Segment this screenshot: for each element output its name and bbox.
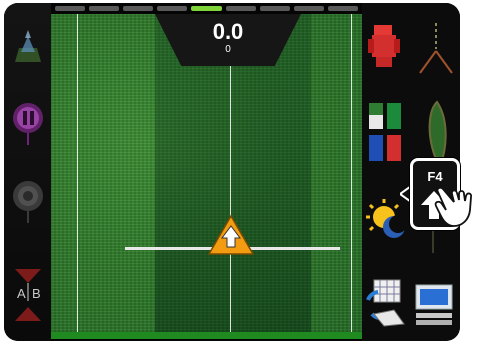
ab-line-icon: A B [15, 269, 41, 321]
speed-value: 0.0 [212, 19, 244, 44]
section-colors-button[interactable] [367, 101, 403, 163]
ab-line-button[interactable]: A B [7, 261, 49, 321]
pause-record-button[interactable] [7, 93, 49, 153]
section-segment [55, 6, 86, 11]
monitor-icon [415, 284, 453, 325]
pointing-hand-icon [434, 186, 473, 227]
ab-line-label-a: A [17, 286, 26, 301]
record-button[interactable] [7, 171, 49, 231]
grid-sync-icon [366, 279, 405, 327]
f4-key-callout: F4 [400, 154, 486, 236]
section-segment [157, 6, 188, 11]
section-segment [293, 6, 324, 11]
section-colors-icon [369, 103, 401, 161]
ab-line-label-b: B [32, 286, 41, 301]
guidance-mode-icon [15, 30, 41, 62]
section-segment [89, 6, 120, 11]
section-segment [327, 6, 358, 11]
left-toolbar: A B [4, 3, 51, 341]
section-status-bar [51, 332, 362, 339]
guidance-line-left [77, 14, 78, 339]
guidance-line-right [351, 14, 352, 339]
monitor-button[interactable] [414, 283, 454, 327]
section-segment [191, 6, 222, 11]
tractor-button[interactable] [368, 21, 402, 71]
guidance-mode-button[interactable] [7, 18, 49, 78]
section-segment [259, 6, 290, 11]
speed-subvalue: 0 [225, 44, 231, 55]
section-indicators [51, 5, 362, 13]
guidance-pattern-icon [419, 23, 453, 74]
record-icon [13, 181, 43, 223]
display-screen: A B 0.0 0 [4, 3, 460, 341]
tractor-icon [368, 25, 400, 67]
grid-sync-button[interactable] [364, 278, 406, 328]
section-segment [123, 6, 154, 11]
pause-record-icon [13, 103, 43, 145]
section-segment [225, 6, 256, 11]
guidance-pattern-button[interactable] [418, 21, 454, 76]
vehicle-position-marker [207, 214, 255, 255]
